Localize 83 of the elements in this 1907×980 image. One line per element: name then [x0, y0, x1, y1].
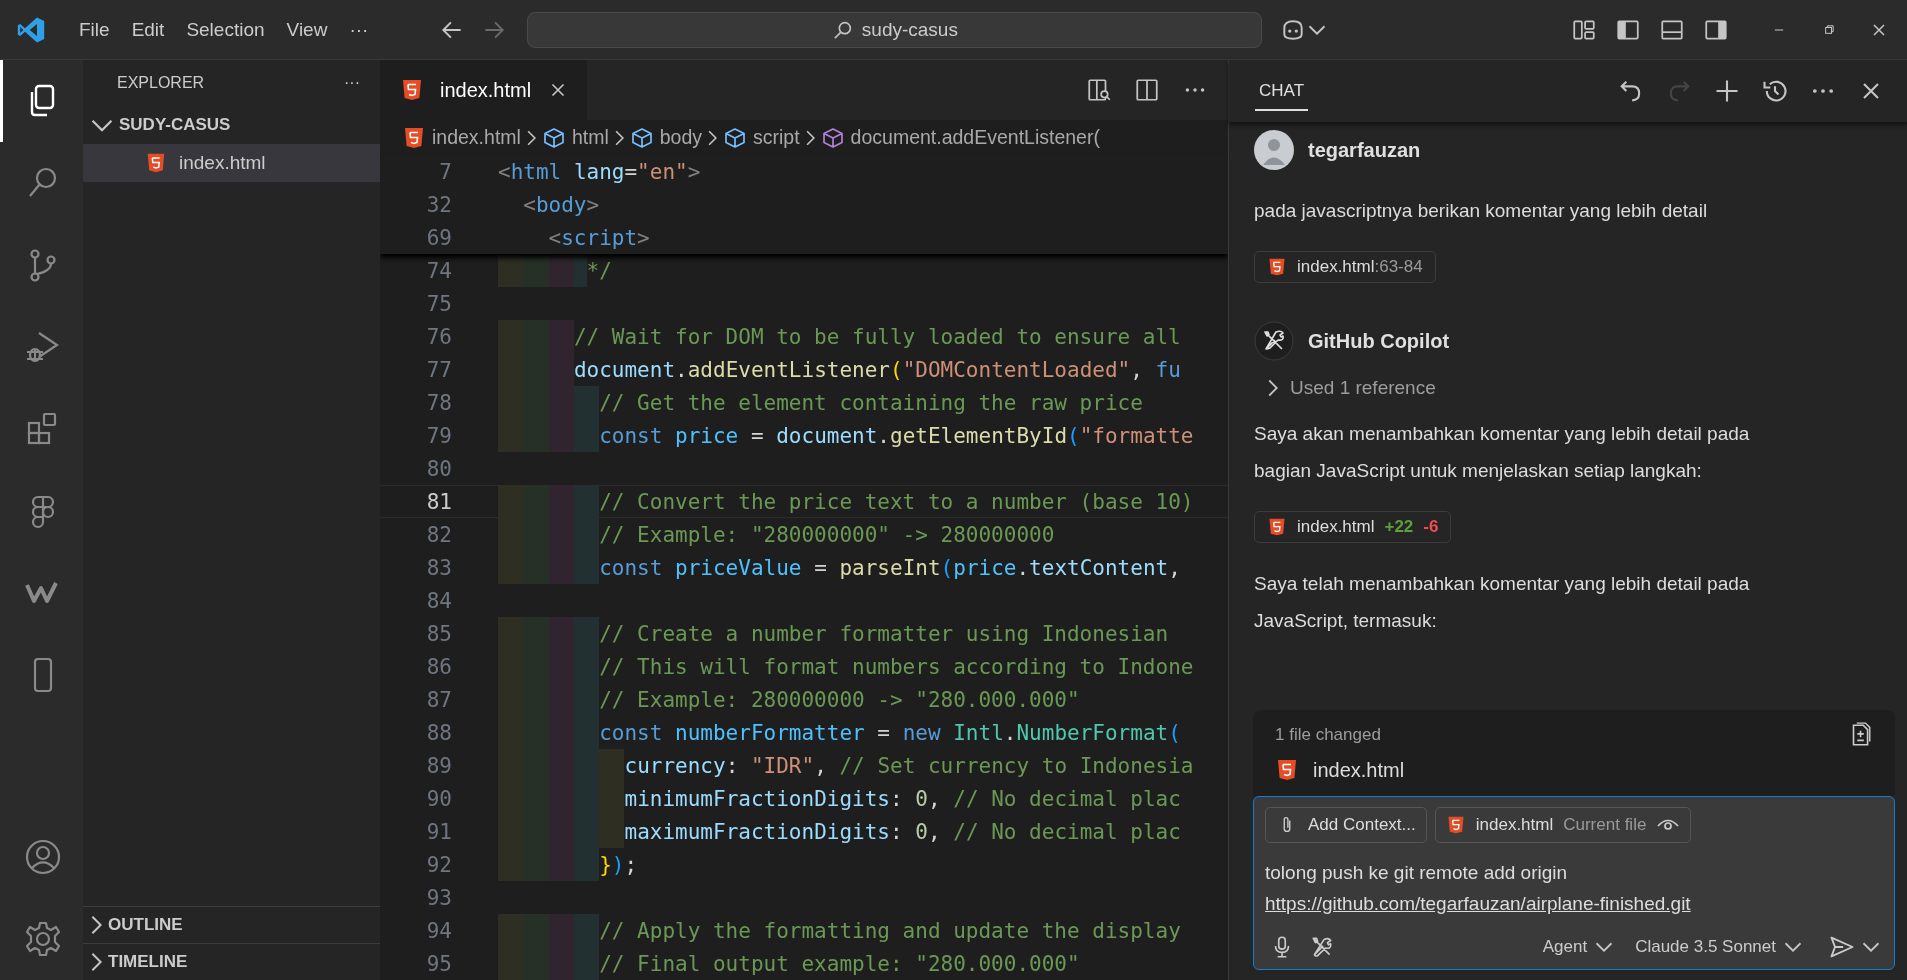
author-name: tegarfauzan	[1308, 138, 1421, 162]
line-number: 80	[425, 456, 452, 481]
url-link[interactable]: https://github.com/tegarfauzan/airplane-finished.git	[1265, 893, 1691, 914]
line-number: 32	[425, 192, 452, 217]
line-number: 77	[425, 357, 452, 382]
line-number: 86	[425, 654, 452, 679]
line-number: 76	[425, 324, 452, 349]
line-number: 78	[425, 390, 452, 415]
edited-file-chip[interactable]: index.html +22 -6	[1254, 511, 1452, 543]
code-line: <body>	[522, 192, 600, 217]
panel-title: EXPLORER	[117, 74, 205, 92]
code-line: // Convert the price text to a number (base 10)	[599, 489, 1194, 514]
menu-item[interactable]: View	[275, 12, 339, 47]
line-number: 83	[425, 555, 452, 580]
mode-dropdown[interactable]: Agent	[1538, 935, 1618, 959]
line-number: 79	[425, 423, 452, 448]
references-toggle[interactable]: Used 1 reference	[1254, 377, 1887, 399]
code-line: currency: "IDR", // Set currency to Indonesia	[624, 753, 1194, 778]
add-context-button[interactable]: Add Context...	[1265, 807, 1427, 843]
file-reference-chip[interactable]: index.html:63-84	[1254, 251, 1436, 283]
line-number: 74	[425, 258, 452, 283]
line-number: 89	[425, 753, 452, 778]
line-number: 87	[425, 687, 452, 712]
menu-item[interactable]: Edit	[120, 12, 176, 47]
line-number: 90	[425, 786, 452, 811]
section-header[interactable]: TIMELINE	[108, 952, 188, 972]
search-text: sudy-casus	[861, 18, 958, 41]
chat-input-field[interactable]: Add Context... index.html Current file tolong push ke git remote add origin https://github.com/tegarfauzan/airplane-finished.git Agent Claude 3.5 Sonnet	[1253, 796, 1895, 970]
line-number: 69	[425, 225, 452, 250]
line-number: 88	[425, 720, 452, 745]
code-line: // Example: 280000000 -> "280.000.000"	[599, 687, 1080, 712]
line-number: 85	[425, 621, 452, 646]
section-header[interactable]: OUTLINE	[108, 915, 183, 935]
line-number: 7	[438, 159, 452, 184]
breadcrumb-item[interactable]: script	[723, 125, 800, 150]
line-number: 94	[425, 918, 452, 943]
code-line: // Create a number formatter using Indonesian	[599, 621, 1169, 646]
menu-item[interactable]: File	[68, 12, 121, 47]
code-line: // Get the element containing the raw price	[599, 390, 1143, 415]
message-text: Saya telah menambahkan komentar yang lebih detail pada JavaScript, termasuk:	[1254, 572, 1751, 633]
code-line: const numberFormatter = new Intl.NumberFormat(	[599, 720, 1181, 745]
line-number: 81	[425, 489, 452, 514]
code-line: const priceValue = parseInt(price.textContent,	[599, 555, 1181, 580]
attachment-chip[interactable]: index.html Current file	[1434, 807, 1692, 843]
menu-item[interactable]: ···	[338, 12, 380, 47]
line-number: 84	[425, 588, 452, 613]
line-number: 75	[425, 291, 452, 316]
code-line: const price = document.getElementById("formatte	[599, 423, 1194, 448]
breadcrumb-item[interactable]: html	[541, 125, 609, 150]
breadcrumb-item[interactable]: document.addEventListener(	[820, 125, 1100, 150]
code-line: <html lang="en">	[498, 159, 701, 184]
message-text: Saya akan menambahkan komentar yang lebih detail pada bagian JavaScript untuk menjelaskan setiap langkah:	[1254, 422, 1751, 483]
line-number: 82	[425, 522, 452, 547]
input-text: tolong push ke git remote add origin	[1265, 861, 1569, 885]
code-line: // Final output example: "280.000.000"	[599, 951, 1080, 976]
code-line: <script>	[547, 225, 650, 250]
breadcrumb-item[interactable]: body	[629, 125, 702, 150]
menu-item[interactable]: Selection	[175, 12, 276, 47]
changed-file-item[interactable]: index.html	[1275, 758, 1873, 790]
code-line: // This will format numbers according to Indone	[599, 654, 1194, 679]
model-dropdown[interactable]: Claude 3.5 Sonnet	[1631, 935, 1806, 959]
code-line: // Example: "280000000" -> 280000000	[599, 522, 1055, 547]
line-number: 91	[425, 819, 452, 844]
code-line: // Apply the formatting and update the display	[599, 918, 1181, 943]
chat-tab[interactable]: CHAT	[1255, 71, 1308, 111]
editor-tab[interactable]: index.html	[380, 60, 588, 121]
code-line: // Wait for DOM to be fully loaded to ensure all	[573, 324, 1181, 349]
code-line: document.addEventListener("DOMContentLoaded", fu	[573, 357, 1181, 382]
code-line: minimumFractionDigits: 0, // No decimal plac	[624, 786, 1181, 811]
command-search-field[interactable]: sudy-casus	[527, 11, 1263, 48]
line-number: 95	[425, 951, 452, 976]
more-actions-button[interactable]: ···	[344, 74, 360, 92]
author-name: GitHub Copilot	[1308, 329, 1450, 353]
line-number: 92	[425, 852, 452, 877]
breadcrumb-item[interactable]: index.html	[402, 125, 521, 150]
code-line: });	[599, 852, 638, 877]
message-text: pada javascriptnya berikan komentar yang lebih detail	[1254, 199, 1709, 223]
code-line: */	[586, 258, 612, 283]
folder-name[interactable]: SUDY-CASUS	[119, 115, 231, 135]
line-number: 93	[425, 885, 452, 910]
file-tree-item[interactable]: index.html	[83, 144, 380, 182]
code-line: maximumFractionDigits: 0, // No decimal plac	[624, 819, 1181, 844]
changes-summary: 1 file changed	[1275, 725, 1381, 745]
